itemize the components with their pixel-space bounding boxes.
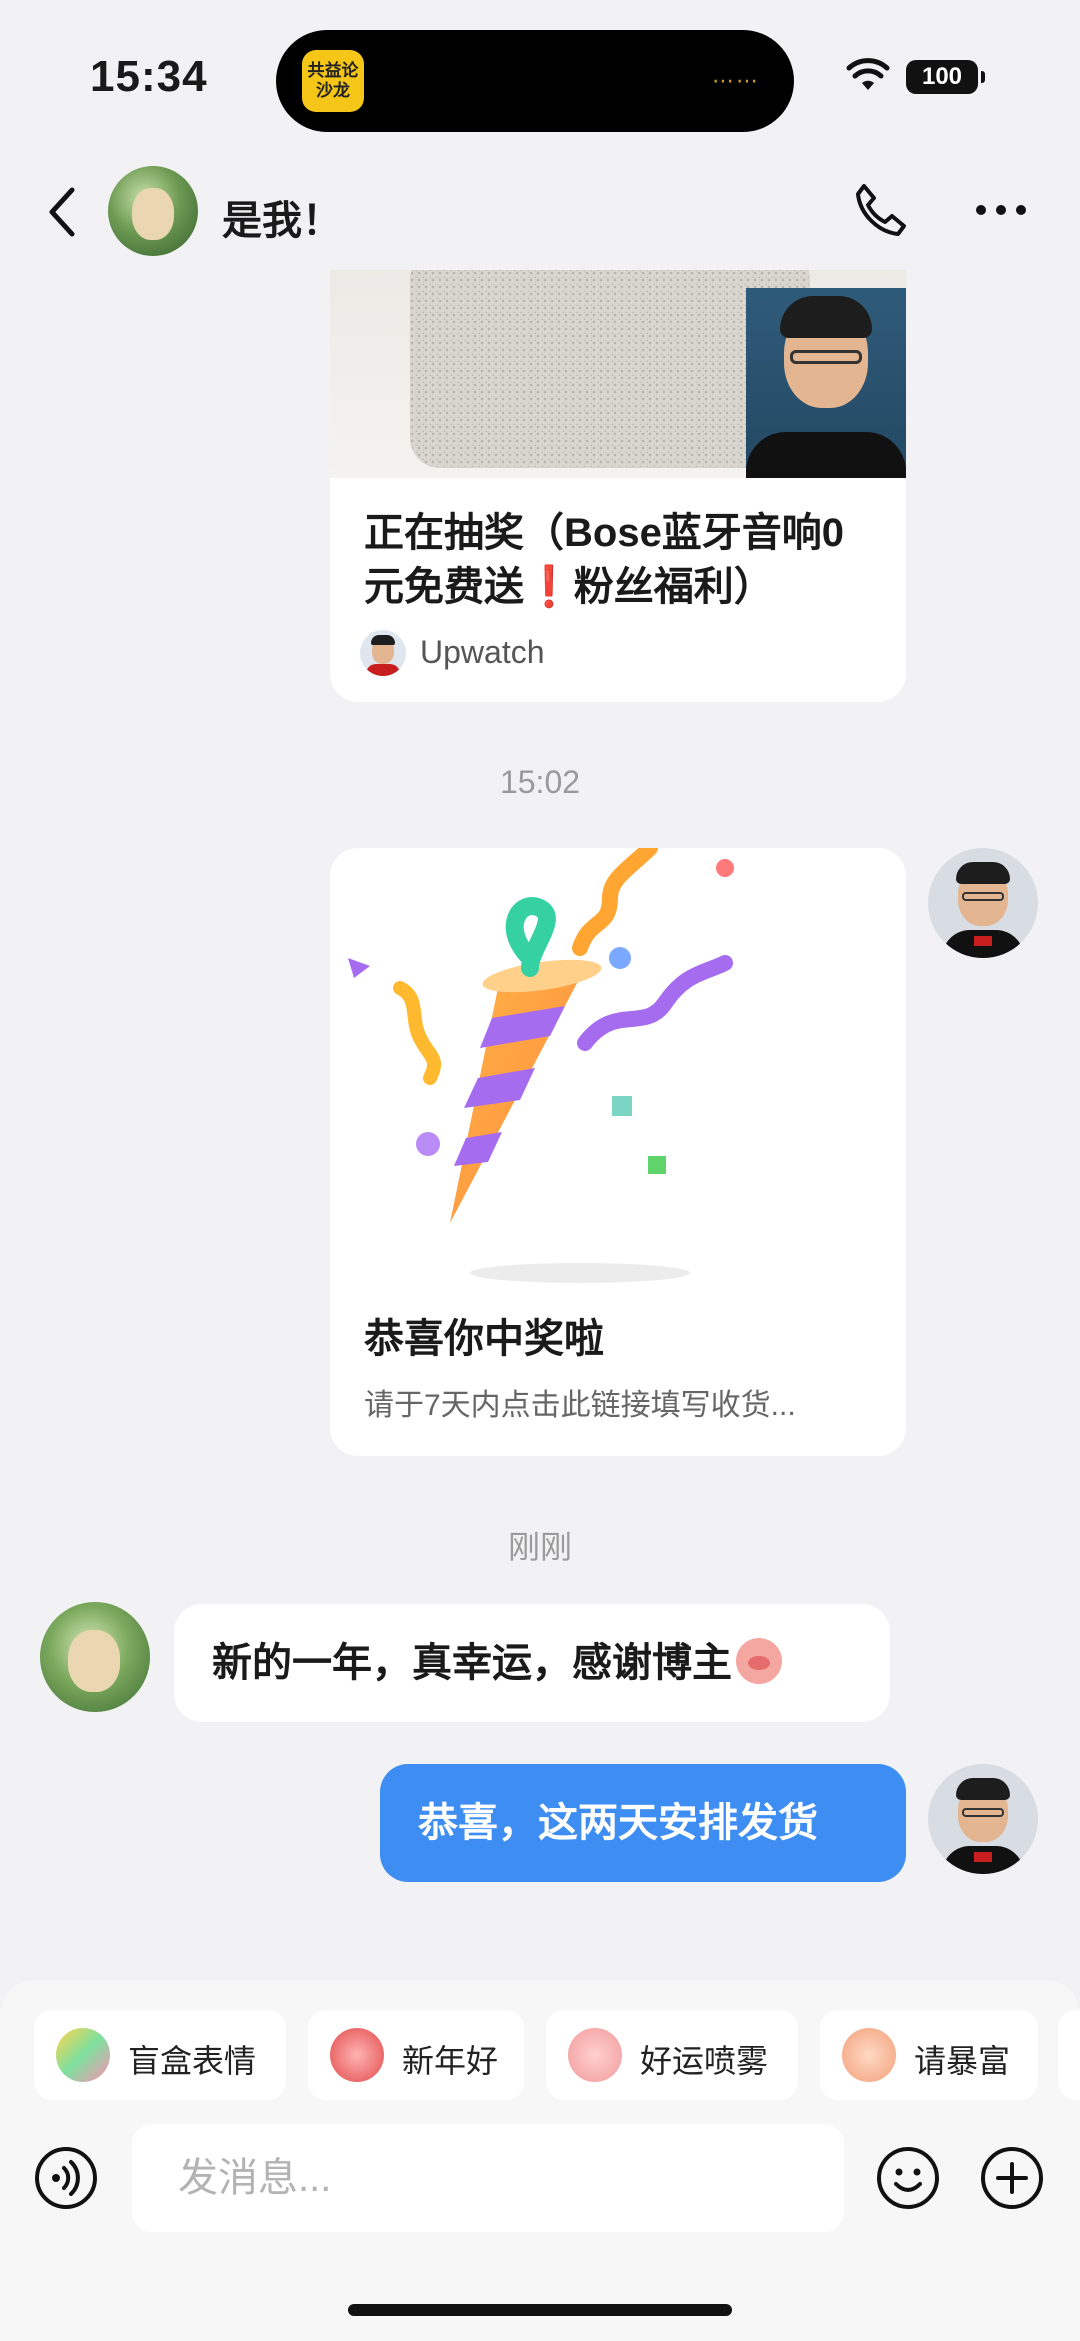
prize-notification-card[interactable]: 恭喜你中奖啦 请于7天内点击此链接填写收货...	[330, 848, 906, 1456]
status-time: 15:34	[90, 52, 208, 101]
party-popper-icon	[348, 848, 734, 1283]
timestamp: 刚刚	[507, 1529, 572, 1565]
pig-emoji-icon	[736, 1638, 782, 1684]
giveaway-link-card[interactable]: 正在抽奖（Bose蓝牙音响0元免费送❗粉丝福利） Upwatch	[330, 270, 906, 702]
dynamic-island: 共益论 沙龙 ⋯⋯	[276, 30, 794, 132]
message-input[interactable]	[132, 2124, 844, 2232]
chat-header: 是我！	[0, 160, 1080, 270]
source-name: Upwatch	[420, 634, 545, 670]
prize-card-subtitle: 请于7天内点击此链接填写收货...	[364, 1389, 796, 1422]
more-options-icon[interactable]	[975, 204, 1027, 216]
outgoing-message-bubble[interactable]: 恭喜，这两天安排发货	[380, 1764, 906, 1882]
quick-reply-chip[interactable]: 新年好	[308, 2010, 524, 2100]
island-app-icon: 共益论 沙龙	[302, 50, 364, 112]
back-arrow-icon[interactable]	[44, 182, 84, 242]
phone-call-icon[interactable]	[850, 180, 908, 238]
incoming-message-text: 新的一年，真幸运，感谢博主	[212, 1641, 732, 1685]
incoming-message-bubble[interactable]: 新的一年，真幸运，感谢博主	[174, 1604, 890, 1722]
composer-panel: 盲盒表情 新年好 好运喷雾 请暴富	[0, 1980, 1080, 2341]
contact-name[interactable]: 是我！	[222, 188, 342, 246]
my-avatar[interactable]	[928, 1764, 1038, 1874]
home-indicator[interactable]	[348, 2304, 732, 2316]
new-year-sticker-icon	[330, 2028, 384, 2082]
giveaway-card-title: 正在抽奖（Bose蓝牙音响0元免费送❗粉丝福利）	[364, 511, 845, 609]
host-photo	[746, 288, 906, 478]
island-activity-dots: ⋯⋯	[712, 68, 760, 93]
my-avatar[interactable]	[928, 848, 1038, 958]
add-attachment-icon[interactable]	[980, 2146, 1044, 2210]
blind-box-sticker-icon	[56, 2028, 110, 2082]
outgoing-message-text: 恭喜，这两天安排发货	[418, 1801, 818, 1845]
contact-avatar[interactable]	[108, 166, 198, 256]
timestamp: 15:02	[499, 764, 581, 800]
get-rich-sticker-icon	[842, 2028, 896, 2082]
quick-reply-chip[interactable]: 请暴富	[820, 2010, 1038, 2100]
prize-card-title: 恭喜你中奖啦	[364, 1317, 604, 1361]
wifi-icon	[846, 58, 890, 90]
bose-speaker-thumbnail	[330, 270, 906, 478]
quick-reply-chip-overflow[interactable]	[1058, 2010, 1080, 2100]
voice-input-icon[interactable]	[34, 2146, 98, 2210]
quick-reply-chip[interactable]: 盲盒表情	[34, 2010, 286, 2100]
battery-indicator: 100	[906, 60, 985, 94]
source-avatar	[360, 630, 406, 676]
quick-reply-chip[interactable]: 好运喷雾	[546, 2010, 798, 2100]
contact-avatar[interactable]	[40, 1602, 150, 1712]
status-bar: 15:34 共益论 沙龙 ⋯⋯ 100	[0, 0, 1080, 160]
composer-row	[0, 2120, 1080, 2236]
luck-spray-sticker-icon	[568, 2028, 622, 2082]
emoji-picker-icon[interactable]	[876, 2146, 940, 2210]
